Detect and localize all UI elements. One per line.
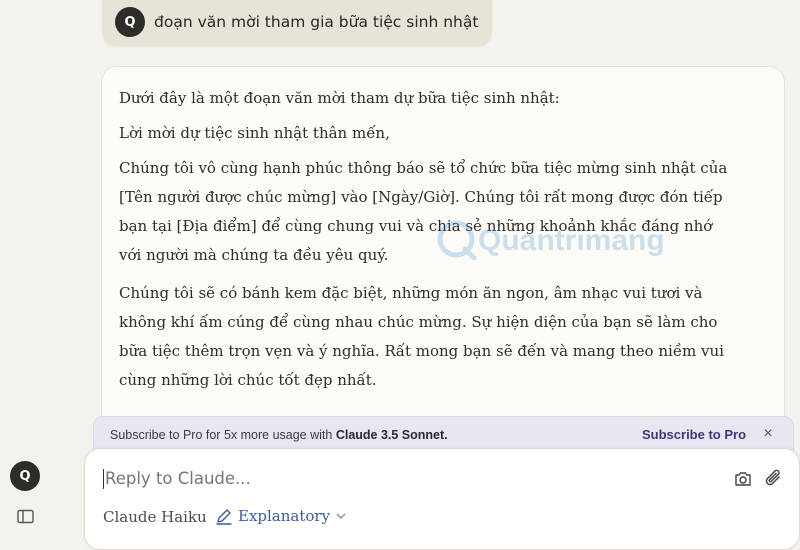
assistant-paragraph-greeting: Lời mời dự tiệc sinh nhật thân mến, [119,124,390,142]
reply-input[interactable] [105,469,665,488]
sidebar-toggle-icon[interactable] [17,509,35,525]
assistant-message-body: Dưới đây là một đoạn văn mời tham dự bữa… [119,84,729,404]
assistant-paragraph-intro: Dưới đây là một đoạn văn mời tham dự bữa… [119,89,560,107]
style-label: Explanatory [238,507,331,525]
camera-icon[interactable] [733,469,753,489]
pro-banner-message: Subscribe to Pro for 5x more usage with … [110,428,448,442]
user-message-text: đoạn văn mời tham gia bữa tiệc sinh nhật [154,13,479,31]
user-message: Q đoạn văn mời tham gia bữa tiệc sinh nh… [102,0,492,46]
assistant-paragraph-details: Chúng tôi sẽ có bánh kem đặc biệt, những… [119,284,724,389]
subscribe-to-pro-link[interactable]: Subscribe to Pro [642,427,746,442]
pen-style-icon [216,509,232,525]
text-cursor [103,469,104,489]
pro-banner-model: Claude 3.5 Sonnet. [335,428,448,442]
close-icon[interactable]: × [760,425,776,443]
assistant-paragraph-invitation: Chúng tôi vô cùng hạnh phúc thông báo sẽ… [119,159,728,264]
paperclip-icon[interactable] [763,467,785,489]
model-selector[interactable]: Claude Haiku [103,508,207,526]
assistant-message: Dưới đây là một đoạn văn mời tham dự bữa… [101,66,785,468]
user-avatar: Q [115,7,145,37]
reply-composer: Claude Haiku Explanatory [84,448,800,550]
account-avatar[interactable]: Q [10,461,40,491]
chevron-down-icon [336,513,346,519]
pro-banner-message-prefix: Subscribe to Pro for 5x more usage with [110,428,336,442]
style-selector[interactable]: Explanatory [215,507,351,525]
